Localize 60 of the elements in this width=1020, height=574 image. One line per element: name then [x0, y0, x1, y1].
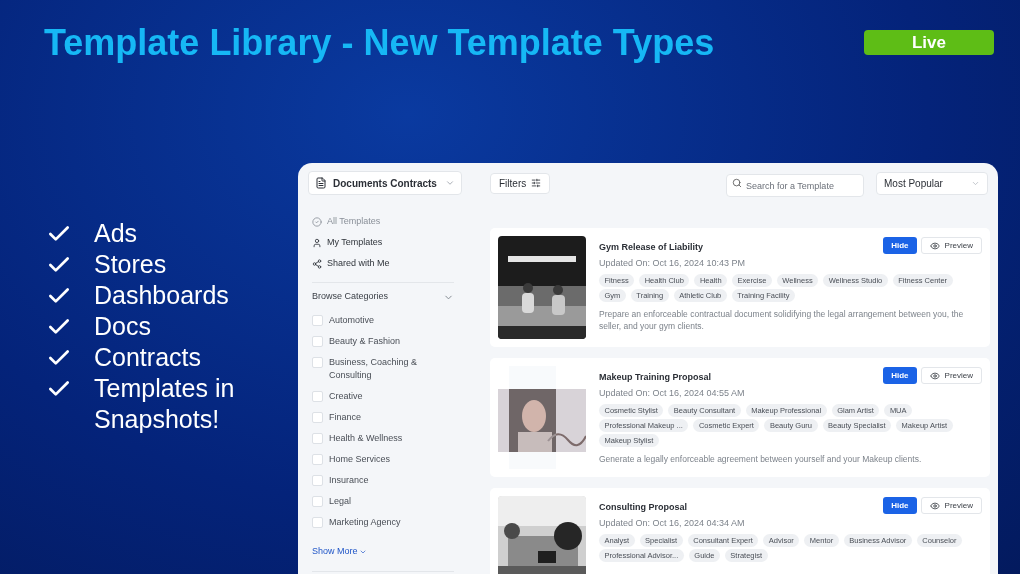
hide-button[interactable]: Hide: [883, 367, 917, 384]
browse-categories-toggle[interactable]: Browse Categories: [312, 284, 454, 310]
template-title: Consulting Proposal: [599, 501, 687, 514]
category-label: Insurance: [329, 474, 370, 487]
template-description: Prepare an enforceable contractual document solidifying the legal arrangement between you, the seller, and your gym clients.: [599, 308, 965, 332]
user-icon: [312, 237, 322, 248]
feature-item: Contracts: [94, 342, 201, 373]
category-label: Creative: [329, 390, 364, 403]
filters-button[interactable]: Filters: [490, 172, 551, 194]
category-label: Legal: [329, 495, 353, 508]
hide-button[interactable]: Hide: [883, 497, 917, 514]
template-description: Generate a legally enforceable agreement between yourself and your Makeup clients.: [599, 453, 923, 465]
category-checkbox[interactable]: [312, 517, 323, 528]
search-icon: [732, 177, 742, 188]
updated-date: Updated On: Oct 16, 2024 04:55 AM: [599, 386, 746, 400]
category-checkbox[interactable]: [312, 391, 323, 402]
check-circle-icon: [312, 216, 322, 227]
feature-item: Dashboards: [94, 280, 229, 311]
category-checkbox[interactable]: [312, 433, 323, 444]
category-dropdown[interactable]: Documents Contracts: [308, 171, 462, 195]
category-checkbox[interactable]: [312, 475, 323, 486]
template-title: Gym Release of Liability: [599, 241, 704, 254]
category-label: Beauty & Fashion: [329, 335, 402, 348]
category-checkbox[interactable]: [312, 412, 323, 423]
category-checkbox[interactable]: [312, 357, 323, 368]
eye-icon: [929, 240, 940, 251]
category-label: Automotive: [329, 314, 376, 327]
preview-button[interactable]: Preview: [920, 497, 982, 514]
eye-icon: [929, 500, 940, 511]
sort-dropdown[interactable]: Most Popular: [876, 171, 988, 195]
preview-button[interactable]: Preview: [920, 367, 982, 384]
nav-item[interactable]: My Templates: [312, 232, 454, 253]
category-checkbox[interactable]: [312, 315, 323, 326]
chevron-down-icon: [445, 178, 455, 188]
hide-button[interactable]: Hide: [883, 237, 917, 254]
feature-item: Docs: [94, 311, 151, 342]
category-label: Health & Wellness: [329, 432, 404, 445]
category-checkbox[interactable]: [312, 496, 323, 507]
slide-title: Template Library - New Template Types: [44, 21, 715, 65]
feature-item: Ads: [94, 218, 138, 249]
feature-item: Templates in Snapshots!: [94, 373, 236, 435]
category-label: Finance: [329, 411, 363, 424]
category-label: Home Services: [329, 453, 392, 466]
sliders-icon: [531, 178, 542, 188]
updated-date: Updated On: Oct 16, 2024 04:34 AM: [599, 516, 746, 530]
search-field[interactable]: Search for a Template: [726, 174, 864, 197]
updated-date: Updated On: Oct 16, 2024 10:43 PM: [599, 256, 747, 270]
document-icon: [315, 177, 327, 189]
live-badge: Live: [864, 30, 994, 55]
category-label: Business, Coaching & Consulting: [329, 356, 419, 382]
preview-button[interactable]: Preview: [920, 237, 982, 254]
share-icon: [312, 258, 322, 269]
category-checkbox[interactable]: [312, 336, 323, 347]
template-title: Makeup Training Proposal: [599, 371, 712, 384]
category-label: Marketing Agency: [329, 516, 402, 529]
category-checkbox[interactable]: [312, 454, 323, 465]
eye-icon: [929, 370, 940, 381]
nav-item[interactable]: Shared with Me: [312, 253, 454, 274]
show-more-link[interactable]: Show More: [312, 545, 454, 559]
feature-item: Stores: [94, 249, 167, 280]
